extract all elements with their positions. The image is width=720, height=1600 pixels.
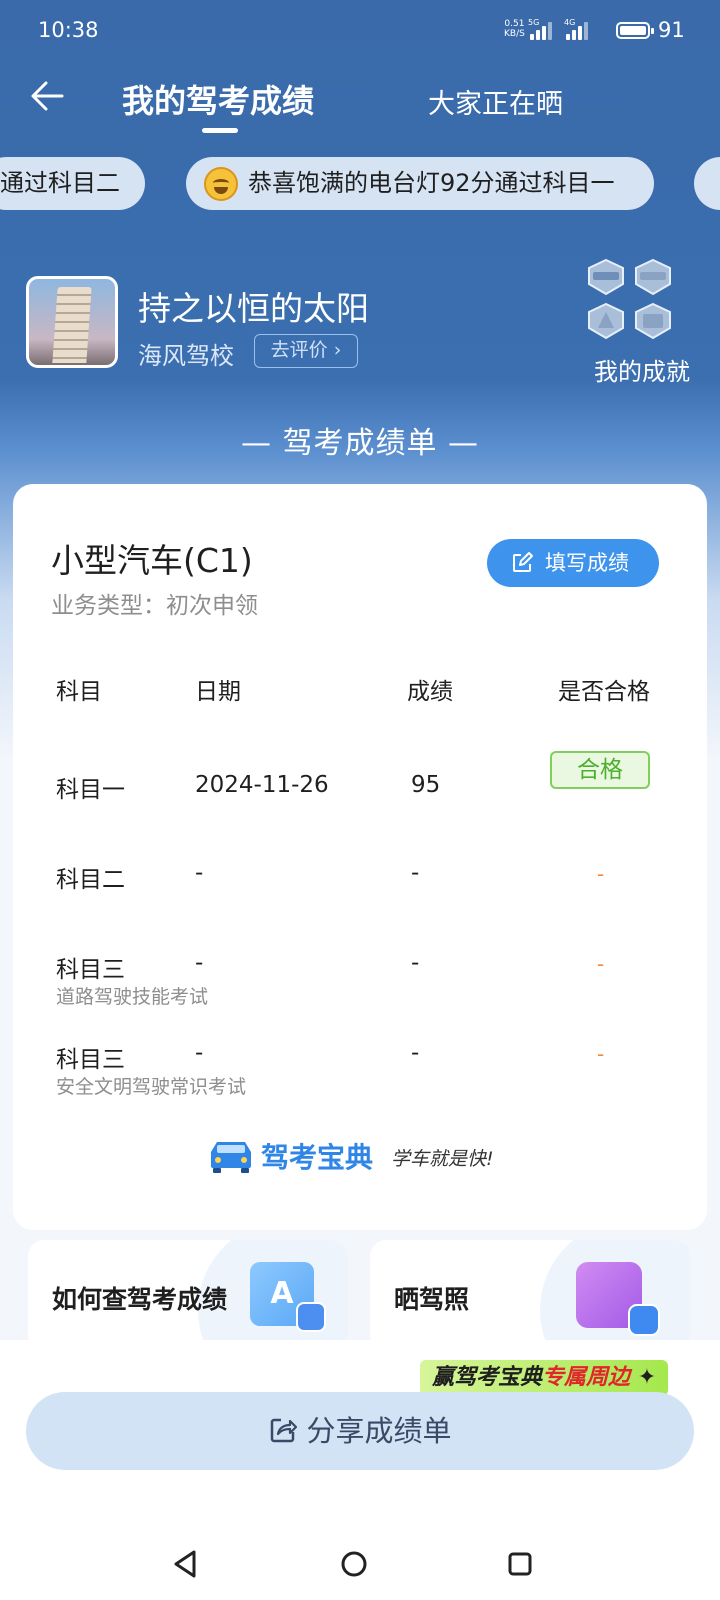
avatar[interactable] — [26, 276, 118, 368]
tab-indicator — [202, 128, 238, 133]
row-score: - — [411, 860, 420, 886]
marquee-item: 恭喜饱满的电台灯92分通过科目一 — [186, 157, 654, 210]
back-arrow-icon[interactable] — [26, 74, 70, 118]
row-date: - — [195, 950, 204, 976]
row-date: - — [195, 860, 204, 886]
row-subject: 科目三 — [56, 957, 125, 983]
score-card: 小型汽车(C1) 业务类型：初次申领 填写成绩 科目 日期 成绩 是否合格 科目… — [13, 484, 707, 1230]
grin-emoji-icon — [204, 167, 238, 201]
magnifier-icon — [296, 1302, 326, 1332]
fill-score-button[interactable]: 填写成绩 — [487, 539, 659, 587]
tab-my-scores[interactable]: 我的驾考成绩 — [122, 76, 314, 122]
section-title: — 驾考成绩单 — — [240, 426, 480, 461]
nav-home-icon[interactable] — [334, 1544, 374, 1584]
row-date: 2024-11-26 — [195, 772, 329, 798]
edit-icon — [513, 552, 533, 572]
row-subtitle: 道路驾驶技能考试 — [56, 986, 209, 1008]
battery-level: 91 — [658, 18, 685, 42]
row-subject: 科目一 — [56, 777, 125, 803]
signal-5g-icon: 5G — [528, 18, 554, 40]
rate-button[interactable]: 去评价 › — [254, 334, 358, 368]
status-bar: 10:38 0.51 KB/S 5G 4G 91 — [0, 0, 720, 62]
status-time: 10:38 — [38, 18, 99, 42]
row-score: - — [411, 950, 420, 976]
row-subject: 科目三 — [56, 1047, 125, 1073]
share-icon — [271, 1418, 298, 1443]
row-score: 95 — [411, 772, 441, 798]
row-result: - — [597, 862, 605, 886]
row-result: - — [597, 1042, 605, 1066]
badge-icon[interactable] — [585, 302, 627, 340]
net-speed: 0.51 KB/S — [504, 19, 525, 39]
col-score: 成绩 — [407, 679, 453, 705]
row-date: - — [195, 1040, 204, 1066]
car-type: 小型汽车(C1) — [51, 541, 253, 580]
marquee-item: 通过科目二 — [0, 157, 145, 210]
row-score: - — [411, 1040, 420, 1066]
business-type: 业务类型：初次申领 — [51, 593, 258, 619]
how-to-check-score-card[interactable]: 如何查驾考成绩 A — [28, 1240, 348, 1350]
col-pass: 是否合格 — [558, 679, 650, 705]
brand-logo: 驾考宝典 学车就是快! — [205, 1134, 525, 1180]
battery-icon — [616, 22, 654, 39]
nav-back-icon[interactable] — [166, 1544, 206, 1584]
car-logo-icon — [211, 1142, 251, 1173]
camera-icon — [628, 1304, 660, 1336]
show-license-card[interactable]: 晒驾照 — [370, 1240, 690, 1350]
col-date: 日期 — [195, 679, 241, 705]
tower-image — [52, 287, 92, 363]
signal-4g-icon: 4G — [564, 18, 590, 40]
row-subject: 科目二 — [56, 867, 125, 893]
pass-badge: 合格 — [550, 751, 650, 789]
promo-banner[interactable]: 赢驾考宝典专属周边 ✦ — [420, 1360, 669, 1396]
tab-everyone-sharing[interactable]: 大家正在晒 — [428, 82, 563, 121]
row-subtitle: 安全文明驾驶常识考试 — [56, 1076, 247, 1098]
system-nav-bar — [0, 1528, 720, 1600]
badge-icon[interactable] — [632, 302, 674, 340]
badge-icon[interactable] — [632, 258, 674, 296]
my-achievements[interactable]: 我的成就 — [594, 352, 690, 387]
row-result: - — [597, 952, 605, 976]
driving-school: 海风驾校 — [138, 342, 234, 370]
share-scores-button[interactable]: 分享成绩单 — [26, 1392, 694, 1470]
user-name: 持之以恒的太阳 — [138, 289, 369, 328]
badge-icon[interactable] — [585, 258, 627, 296]
header: 我的驾考成绩 大家正在晒 — [0, 62, 720, 142]
nav-recents-icon[interactable] — [500, 1544, 540, 1584]
col-subject: 科目 — [56, 679, 102, 705]
